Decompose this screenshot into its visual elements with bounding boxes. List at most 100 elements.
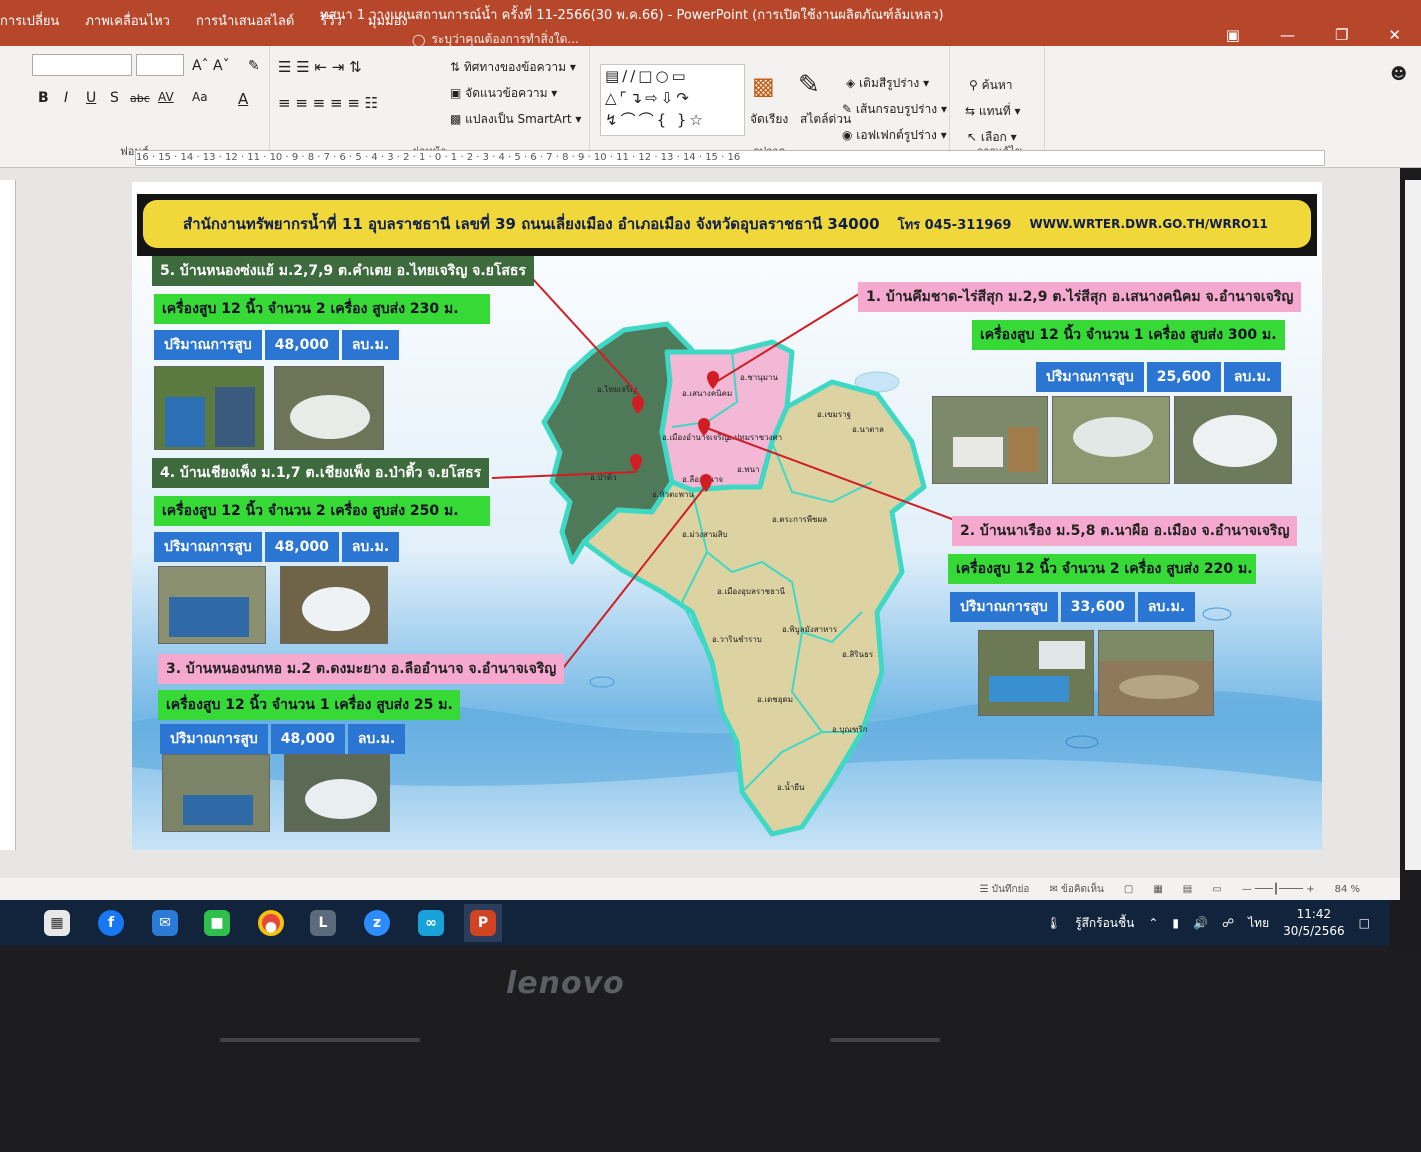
shadow-button[interactable]: S xyxy=(110,90,119,106)
system-tray: 🌡 รู้สึกร้อนชื้น ⌃ ▮ 🔊 ☍ ไทย 11:42 30/5/… xyxy=(1046,900,1370,946)
vertical-ruler xyxy=(0,180,16,850)
mail-icon[interactable]: ✉ xyxy=(146,904,184,942)
text-direction-button[interactable]: ⇅ ทิศทางของข้อความ ▾ xyxy=(450,58,576,77)
district-label: อ.บุณฑริก xyxy=(832,725,868,734)
tab-animations[interactable]: ภาพเคลื่อนไหว xyxy=(85,10,170,31)
smartart-button[interactable]: ▩ แปลงเป็น SmartArt ▾ xyxy=(450,110,581,129)
site-1-photo-2 xyxy=(1052,396,1170,484)
font-size-field[interactable] xyxy=(136,54,184,76)
bold-button[interactable]: B xyxy=(38,90,49,106)
site-1-amount: ปริมาณการสูบ 25,600 ลบ.ม. xyxy=(1036,362,1282,392)
notification-icon[interactable]: □ xyxy=(1359,916,1370,930)
title-bar: ทสนา 1 วางแผนสถานการณ์น้ำ ครั้งที่ 11-25… xyxy=(0,0,1421,47)
align-text-button[interactable]: ▣ จัดแนวข้อความ ▾ xyxy=(450,84,557,103)
district-label: อ.ม่วงสามสิบ xyxy=(682,530,728,539)
laptop-bezel: lenovo xyxy=(0,946,1421,1152)
site-4-title: 4. บ้านเชียงเพ็ง ม.1,7 ต.เชียงเพ็ง อ.ป่า… xyxy=(152,458,490,488)
comments-button[interactable]: ✉ ข้อคิดเห็น xyxy=(1049,882,1103,897)
clear-format-icon[interactable]: ✎ xyxy=(248,58,260,74)
site-4-amount: ปริมาณการสูบ 48,000 ลบ.ม. xyxy=(154,532,400,562)
facebook-icon[interactable]: f xyxy=(92,904,130,942)
weather-text[interactable]: รู้สึกร้อนชื้น xyxy=(1075,914,1134,933)
clock-date: 30/5/2566 xyxy=(1283,924,1345,938)
slide-canvas[interactable]: สำนักงานทรัพยากรน้ำที่ 11 อุบลราชธานี เล… xyxy=(132,182,1322,850)
taskbar: ▦ f ✉ ■ ● L z ∞ P 🌡 รู้สึกร้อนชื้น ⌃ ▮ 🔊… xyxy=(0,900,1390,946)
webex-icon[interactable]: ∞ xyxy=(412,904,450,942)
site-2-amount: ปริมาณการสูบ 33,600 ลบ.ม. xyxy=(950,592,1196,622)
store-icon[interactable]: ▦ xyxy=(38,904,76,942)
district-label: อ.นาตาล xyxy=(852,425,884,434)
clock[interactable]: 11:42 30/5/2566 xyxy=(1283,906,1345,940)
font-name-field[interactable] xyxy=(32,54,132,76)
district-label: อ.พนา xyxy=(737,465,760,474)
chrome-icon[interactable]: ● xyxy=(252,904,290,942)
site-2-photo-2 xyxy=(1098,630,1214,716)
site-1-photo-1 xyxy=(932,396,1048,484)
reading-view-icon[interactable]: ▤ xyxy=(1183,884,1192,895)
site-5-title: 5. บ้านหนองซ่งแย้ ม.2,7,9 ต.คำเตย อ.ไทยเ… xyxy=(152,256,534,286)
restore-button[interactable]: ❐ xyxy=(1335,26,1348,44)
powerpoint-icon[interactable]: P xyxy=(464,904,502,942)
quick-styles-icon[interactable]: ✎ xyxy=(798,70,820,100)
site-3-pump: เครื่องสูบ 12 นิ้ว จำนวน 1 เครื่อง สูบส่… xyxy=(158,690,460,720)
bullets-icon[interactable]: ☰ ☰ ⇤ ⇥ ⇅ xyxy=(278,58,362,76)
underline-button[interactable]: U xyxy=(86,90,96,106)
district-label: อ.เมืองอุบลราชธานี xyxy=(717,587,785,596)
header-band: สำนักงานทรัพยากรน้ำที่ 11 อุบลราชธานี เล… xyxy=(137,194,1317,256)
grow-font-icon[interactable]: Aˆ Aˇ xyxy=(192,58,230,74)
thermometer-icon: 🌡 xyxy=(1045,916,1062,930)
user-icon[interactable]: ☻ xyxy=(1390,64,1407,83)
ribbon-tabs: การเปลี่ยน ภาพเคลื่อนไหว การนำเสนอสไลด์ … xyxy=(0,10,408,31)
replace-button[interactable]: ⇆ แทนที่ ▾ xyxy=(965,102,1020,121)
language-indicator[interactable]: ไทย xyxy=(1248,914,1269,933)
tab-view[interactable]: มุมมอง xyxy=(368,10,408,31)
italic-button[interactable]: I xyxy=(64,90,68,106)
office-header: สำนักงานทรัพยากรน้ำที่ 11 อุบลราชธานี เล… xyxy=(143,200,1311,248)
volume-icon[interactable]: 🔊 xyxy=(1193,916,1208,930)
site-3-photo-2 xyxy=(284,754,390,832)
close-button[interactable]: ✕ xyxy=(1388,26,1401,44)
font-color-button[interactable]: A xyxy=(238,90,248,108)
tab-review[interactable]: รีวิว xyxy=(320,10,342,31)
vertical-scrollbar[interactable] xyxy=(1405,180,1421,870)
shape-fill-button[interactable]: ◈ เติมสีรูปร่าง ▾ xyxy=(846,74,929,93)
lenovo-logo: lenovo xyxy=(506,966,625,1001)
hinge-slot-left xyxy=(220,1038,420,1042)
battery-icon[interactable]: ▮ xyxy=(1172,916,1179,930)
sorter-view-icon[interactable]: ▦ xyxy=(1153,884,1162,895)
minimize-button[interactable]: — xyxy=(1280,26,1295,44)
shape-outline-button[interactable]: ✎ เส้นกรอบรูปร่าง ▾ xyxy=(842,100,947,119)
find-button[interactable]: ⚲ ค้นหา xyxy=(969,76,1013,95)
arrange-icon[interactable]: ▩ xyxy=(752,72,775,100)
normal-view-icon[interactable]: ▢ xyxy=(1124,884,1133,895)
hinge-slot-right xyxy=(830,1038,940,1042)
province-map: อ.เสนางคนิคม อ.ชานุมาน อ.ปทุมราชวงศา อ.พ… xyxy=(541,321,927,837)
site-4-photo-2 xyxy=(280,566,388,644)
site-3-title: 3. บ้านหนองนกหอ ม.2 ต.ดงมะยาง อ.ลืออำนาจ… xyxy=(158,654,565,684)
chevron-up-icon[interactable]: ⌃ xyxy=(1148,916,1158,930)
line-icon[interactable]: ■ xyxy=(198,904,236,942)
district-label: อ.เดชอุดม xyxy=(757,695,793,704)
arrange-button[interactable]: จัดเรียง xyxy=(750,110,788,129)
shapes-gallery[interactable]: ▤∕∕□○▭ △⌜↴⇨⇩↷ ↯⌒⌒{ }☆ xyxy=(600,64,745,136)
app-l-icon[interactable]: L xyxy=(304,904,342,942)
site-2-title: 2. บ้านนาเรือง ม.5,8 ต.นาผือ อ.เมือง จ.อ… xyxy=(952,516,1298,546)
district-label: อ.น้ำยืน xyxy=(777,781,805,792)
ribbon-display-icon[interactable]: ▣ xyxy=(1226,26,1240,44)
zoom-app-icon[interactable]: z xyxy=(358,904,396,942)
district-label: อ.พิบูลมังสาหาร xyxy=(782,625,838,635)
tab-slideshow[interactable]: การนำเสนอสไลด์ xyxy=(196,10,294,31)
notes-button[interactable]: ☰ บันทึกย่อ xyxy=(980,882,1030,897)
slideshow-view-icon[interactable]: ▭ xyxy=(1212,884,1221,895)
site-3-photo-1 xyxy=(162,754,270,832)
change-case-button[interactable]: Aa xyxy=(192,90,208,104)
zoom-slider[interactable]: — ───┃──── + xyxy=(1242,884,1315,895)
office-phone: โทร 045-311969 xyxy=(897,217,1012,233)
char-spacing-button[interactable]: AV xyxy=(158,90,174,104)
align-icons[interactable]: ≡ ≡ ≡ ≡ ≡ ☷ xyxy=(278,94,378,112)
site-1-photo-3 xyxy=(1174,396,1292,484)
strikethrough-button[interactable]: abc xyxy=(130,92,150,105)
wifi-icon[interactable]: ☍ xyxy=(1222,916,1234,930)
tab-transitions[interactable]: การเปลี่ยน xyxy=(0,10,59,31)
zoom-level[interactable]: 84 % xyxy=(1335,884,1360,895)
